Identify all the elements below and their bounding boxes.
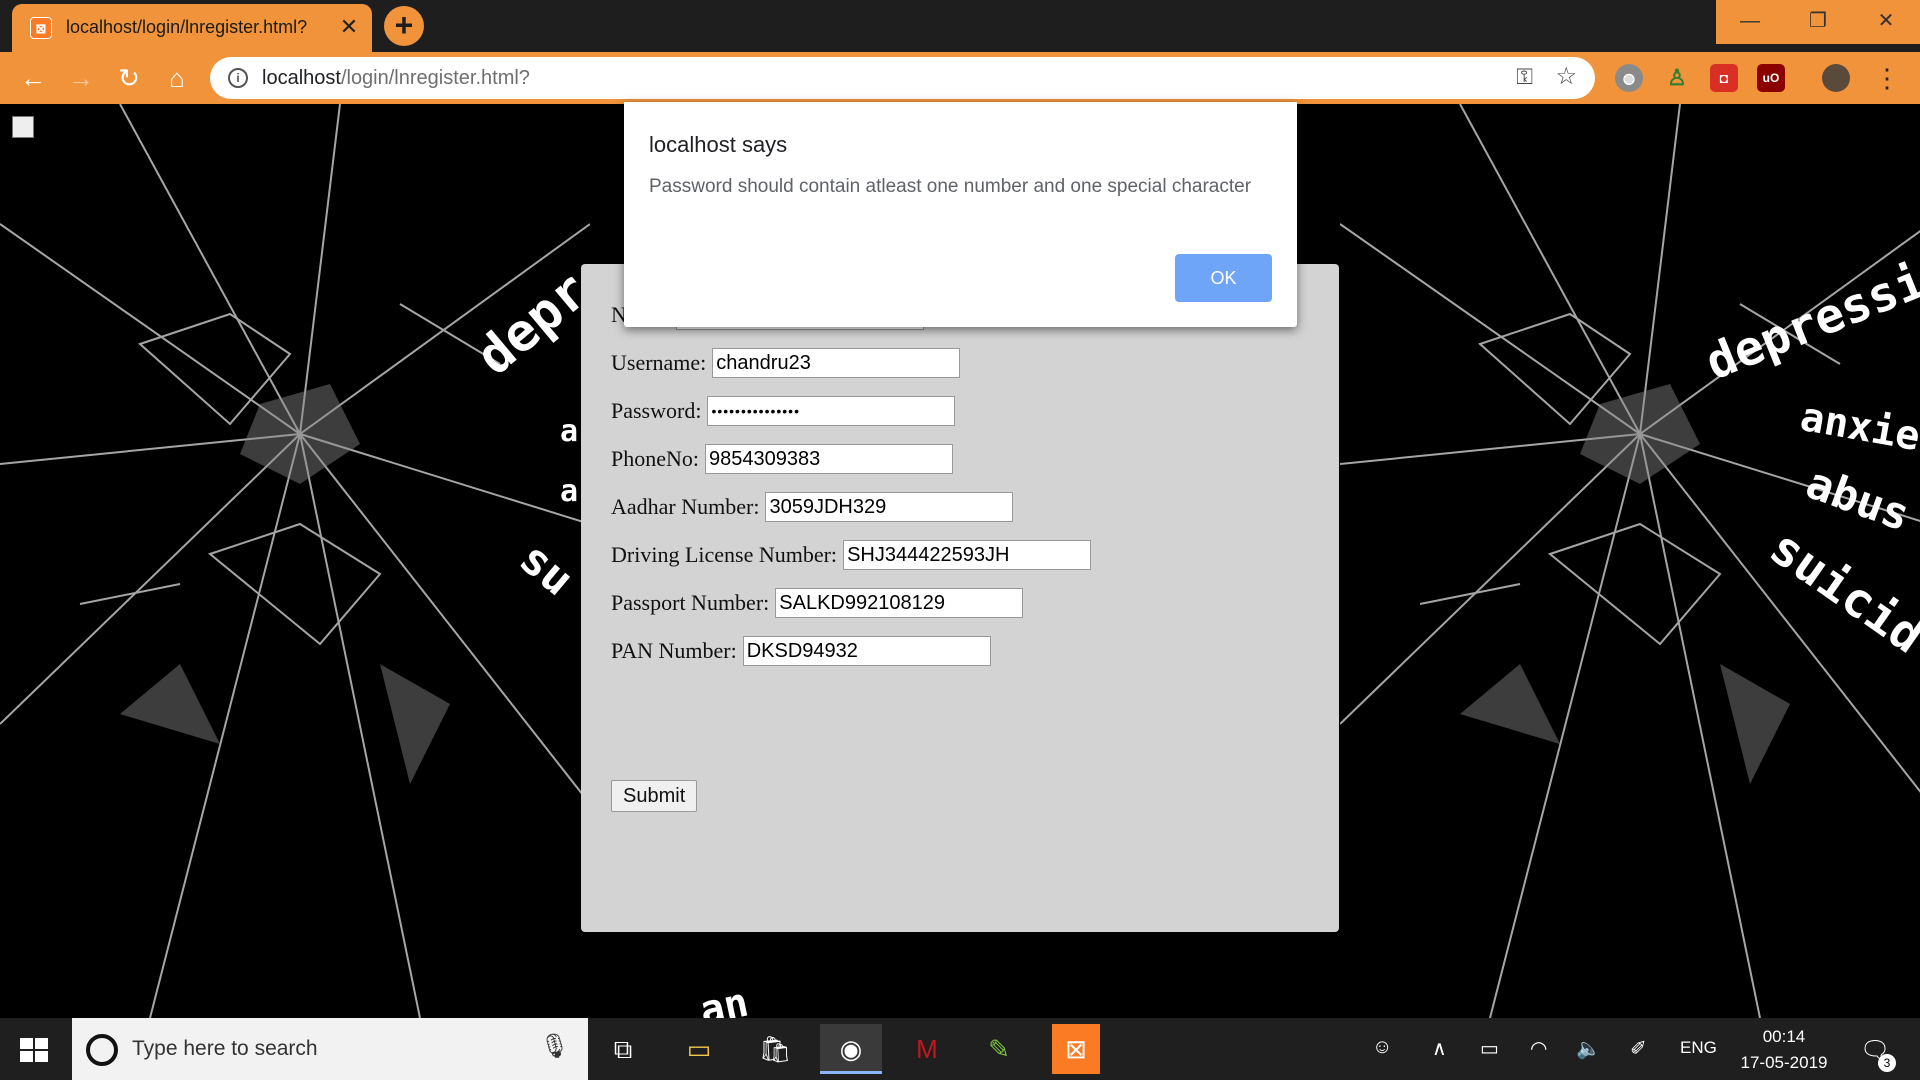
submit-button[interactable]: Submit (611, 780, 698, 812)
system-clock[interactable]: 00:14 17-05-2019 (1720, 1024, 1848, 1076)
minimize-button[interactable]: — (1716, 0, 1784, 44)
xampp-favicon-icon: ⊠ (30, 17, 52, 39)
people-icon[interactable]: ☺ (1372, 1036, 1392, 1059)
notepad-plus-plus-icon[interactable]: ✎ (968, 1024, 1030, 1074)
back-icon[interactable]: ← (16, 62, 50, 96)
cortana-icon[interactable] (86, 1034, 118, 1066)
extension-globe-icon[interactable]: ◍ (1615, 64, 1643, 92)
form-row-passport: Passport Number: (611, 588, 1024, 618)
taskbar-search-box[interactable]: Type here to search 🎙 (72, 1018, 588, 1080)
profile-avatar[interactable] (1822, 64, 1850, 92)
dialog-title: localhost says (649, 132, 788, 157)
clock-date: 17-05-2019 (1740, 1053, 1828, 1072)
aadhar-input[interactable] (765, 492, 1014, 522)
form-row-phone: PhoneNo: (611, 444, 953, 474)
ok-button[interactable]: OK (1175, 254, 1272, 302)
url-host: localhost (262, 67, 341, 89)
extension-pocket-icon[interactable]: ◘ (1710, 64, 1738, 92)
cracked-glass-image-left (0, 104, 590, 1018)
notification-badge: 3 (1878, 1054, 1896, 1072)
extension-figure-icon[interactable]: ♙ (1663, 64, 1691, 92)
driving-license-input[interactable] (843, 540, 1092, 570)
tab-close-icon[interactable]: ✕ (336, 14, 362, 40)
form-row-password: Password: (611, 396, 956, 426)
windows-taskbar: Type here to search 🎙 ⧉ ▭ 🛍 ◉ M ✎ ⊠ ☺ ∧ … (0, 1018, 1920, 1080)
phone-label: PhoneNo: (611, 446, 699, 471)
key-icon[interactable]: ⚿ (1516, 64, 1533, 90)
microsoft-store-icon[interactable]: 🛍 (744, 1024, 806, 1074)
bookmark-star-icon[interactable]: ☆ (1555, 62, 1577, 91)
bg-word: a (560, 414, 579, 449)
phone-input[interactable] (705, 444, 953, 474)
chrome-menu-icon[interactable]: ⋮ (1870, 62, 1904, 96)
username-input[interactable] (712, 348, 961, 378)
cracked-glass-background-left: depr a a su (0, 104, 590, 1018)
cracked-glass-background-right: depressi anxie abus suicid (1340, 104, 1920, 1018)
new-tab-button[interactable]: + (384, 6, 424, 46)
bg-word: an (695, 979, 753, 1018)
clock-time: 00:14 (1762, 1027, 1806, 1046)
alert-dialog: localhost says Password should contain a… (624, 102, 1297, 327)
pan-label: PAN Number: (611, 638, 737, 663)
wifi-icon[interactable]: ◠ (1530, 1036, 1547, 1061)
bg-word: a (560, 474, 579, 509)
driving-license-label: Driving License Number: (611, 542, 838, 567)
broken-image-icon (12, 116, 34, 138)
url-path: /login/lnregister.html? (340, 67, 530, 89)
restore-button[interactable]: ❐ (1784, 0, 1852, 44)
ublock-origin-icon[interactable]: uO (1757, 64, 1785, 92)
windows-start-icon[interactable] (18, 1036, 52, 1064)
password-label: Password: (611, 398, 702, 423)
browser-tab[interactable]: ⊠ localhost/login/lnregister.html? ✕ (12, 4, 372, 52)
form-row-pan: PAN Number: (611, 636, 991, 666)
pen-icon[interactable]: ✐ (1630, 1036, 1647, 1061)
tab-strip: ⊠ localhost/login/lnregister.html? ✕ + —… (0, 0, 1920, 52)
password-input[interactable] (707, 396, 956, 426)
registration-form: Name: Username: Password: PhoneNo: Aadha… (581, 264, 1339, 932)
home-icon[interactable]: ⌂ (160, 62, 194, 96)
reload-icon[interactable]: ↻ (112, 62, 146, 96)
task-view-icon[interactable]: ⧉ (592, 1024, 654, 1074)
site-info-icon[interactable]: i (228, 68, 248, 88)
close-window-button[interactable]: ✕ (1852, 0, 1920, 44)
mcafee-icon[interactable]: M (896, 1024, 958, 1074)
file-explorer-icon[interactable]: ▭ (668, 1024, 730, 1074)
chrome-taskbar-icon[interactable]: ◉ (820, 1024, 882, 1074)
browser-toolbar: ← → ↻ ⌂ i localhost/login/lnregister.htm… (0, 52, 1920, 104)
volume-icon[interactable]: 🔈 (1576, 1036, 1601, 1061)
battery-icon[interactable]: ▭ (1480, 1036, 1499, 1061)
dialog-message: Password should contain atleast one numb… (649, 176, 1252, 197)
passport-input[interactable] (775, 588, 1024, 618)
username-label: Username: (611, 350, 707, 375)
forward-icon[interactable]: → (64, 62, 98, 96)
pan-input[interactable] (742, 636, 991, 666)
aadhar-label: Aadhar Number: (611, 494, 760, 519)
form-row-aadhar: Aadhar Number: (611, 492, 1014, 522)
xampp-icon[interactable]: ⊠ (1052, 1024, 1100, 1074)
microphone-icon[interactable]: 🎙 (540, 1032, 570, 1061)
address-bar[interactable]: i localhost/login/lnregister.html? ⚿ ☆ (210, 57, 1595, 99)
address-url[interactable]: localhost/login/lnregister.html? (262, 67, 530, 90)
form-row-driving-license: Driving License Number: (611, 540, 1092, 570)
language-indicator[interactable]: ENG (1680, 1038, 1717, 1058)
show-hidden-icons-chevron-icon[interactable]: ∧ (1432, 1036, 1447, 1061)
search-placeholder: Type here to search (132, 1037, 318, 1060)
passport-label: Passport Number: (611, 590, 770, 615)
form-row-username: Username: (611, 348, 961, 378)
tab-title: localhost/login/lnregister.html? (66, 17, 308, 37)
